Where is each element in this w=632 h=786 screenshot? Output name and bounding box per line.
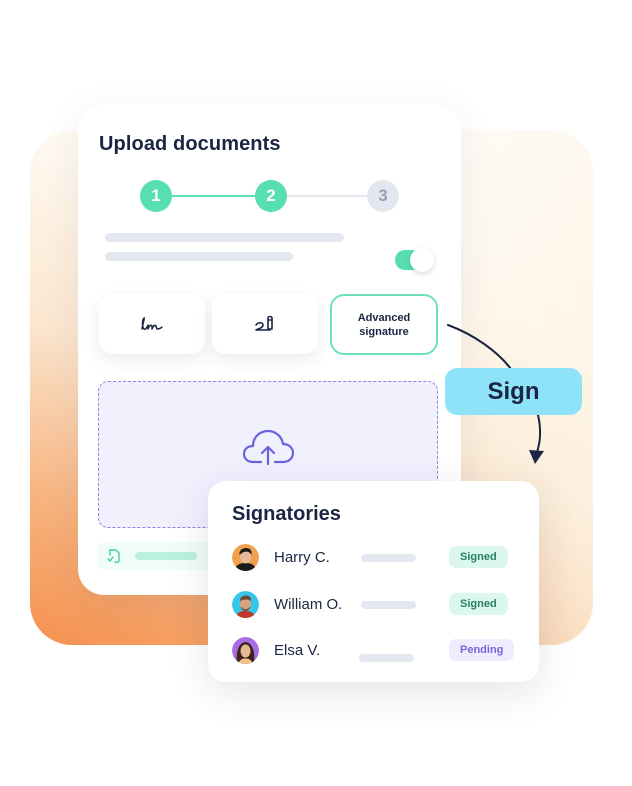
signatory-row[interactable]: Harry C. Signed (232, 544, 522, 572)
avatar (232, 591, 259, 618)
avatar (232, 637, 259, 664)
signatory-row[interactable]: William O. Signed (232, 591, 522, 619)
placeholder-line (361, 554, 416, 562)
sign-button[interactable]: Sign (445, 368, 582, 415)
signatory-name: Elsa V. (274, 642, 321, 659)
signatory-name: Harry C. (274, 549, 330, 566)
status-badge: Signed (449, 546, 508, 568)
placeholder-line (361, 601, 416, 609)
signatory-row[interactable]: Elsa V. Pending (232, 637, 522, 665)
placeholder-line (359, 654, 414, 662)
signatories-title: Signatories (232, 503, 341, 525)
signatory-name: William O. (274, 596, 343, 613)
signatories-card: Signatories Harry C. Signed William O. S… (208, 481, 539, 682)
status-badge: Pending (449, 639, 515, 661)
status-badge: Signed (449, 593, 508, 615)
avatar (232, 544, 259, 571)
arrow-head-icon (529, 450, 544, 464)
